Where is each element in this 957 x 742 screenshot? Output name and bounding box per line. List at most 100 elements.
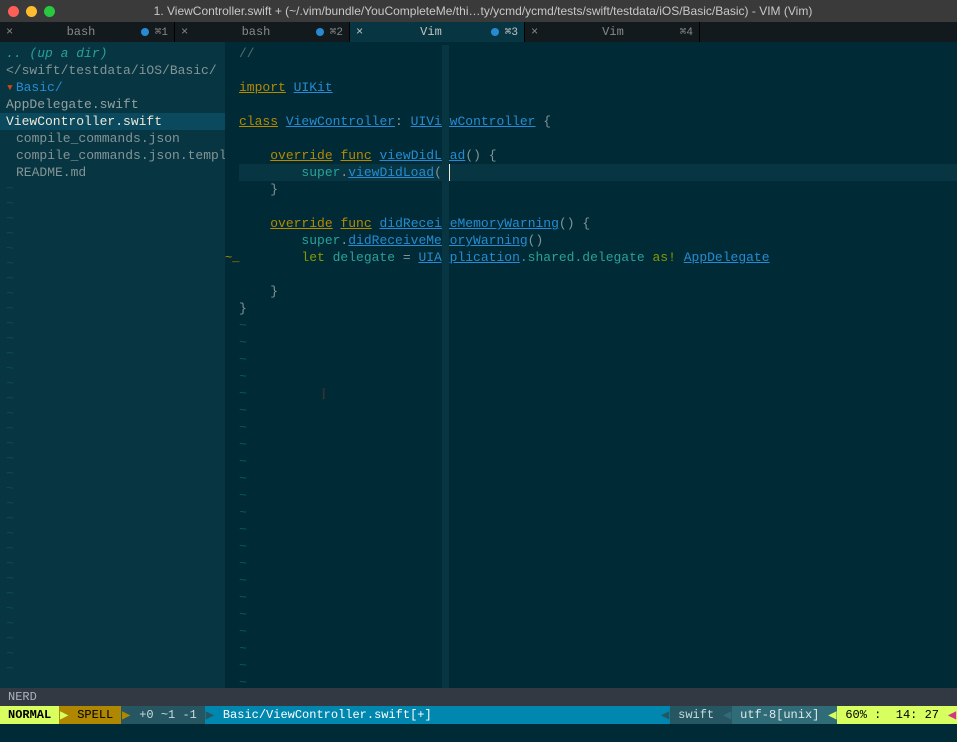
airline-statusline: NORMAL ▶ SPELL ▶ +0 ~1 -1 ▶ Basic/ViewCo… (0, 706, 957, 724)
tab-label: Vim (546, 25, 680, 39)
empty-line-tilde: ~ (239, 674, 957, 688)
code-line[interactable]: } (239, 181, 957, 198)
position-sep: : (867, 708, 896, 722)
spell-segment: SPELL (69, 706, 121, 724)
tab-label: bash (21, 25, 141, 39)
tab-close-icon[interactable]: × (531, 25, 538, 39)
code-line[interactable] (239, 266, 957, 283)
empty-line-tilde: ~ (239, 504, 957, 521)
code-line[interactable]: let delegate = UIApplication.shared.dele… (239, 249, 957, 266)
code-line[interactable]: super.viewDidLoad() (239, 164, 957, 181)
file-item[interactable]: compile_commands.json.template (0, 147, 225, 164)
empty-line-tilde: ~ (239, 555, 957, 572)
code-line[interactable]: import UIKit (239, 79, 957, 96)
tab-shortcut: ⌘2 (330, 25, 343, 39)
file-item[interactable]: ViewController.swift (0, 113, 225, 130)
empty-line-tilde: ~ (239, 538, 957, 555)
nerd-label: NERD (8, 690, 37, 704)
empty-line-tilde: ~ (239, 419, 957, 436)
empty-line-tilde: ~ (0, 211, 225, 226)
scroll-percent: 60% (845, 708, 867, 722)
empty-line-tilde: ~ (0, 556, 225, 571)
file-item[interactable]: AppDelegate.swift (0, 96, 225, 113)
empty-line-tilde: ~ (239, 487, 957, 504)
command-line[interactable] (0, 724, 957, 742)
tab-label: Vim (371, 25, 491, 39)
empty-line-tilde: ~ (239, 640, 957, 657)
code-line[interactable]: // (239, 45, 957, 62)
empty-line-tilde: ~ (239, 470, 957, 487)
filetype-segment: swift (670, 706, 722, 724)
separator-icon: ◀ (827, 706, 837, 724)
separator-icon: ◀ (660, 706, 670, 724)
empty-line-tilde: ~ (239, 402, 957, 419)
empty-line-tilde: ~ (0, 346, 225, 361)
empty-line-tilde: ~ (0, 646, 225, 661)
up-dir[interactable]: .. (up a dir) (0, 45, 225, 62)
empty-line-tilde: ~ (239, 317, 957, 334)
empty-line-tilde: ~ (0, 226, 225, 241)
code-line[interactable] (239, 130, 957, 147)
minimize-window-icon[interactable] (26, 6, 37, 17)
empty-line-tilde: ~ (239, 453, 957, 470)
path-truncated: </swift/testdata/iOS/Basic/ (0, 62, 225, 79)
separator-icon: ◀ (947, 706, 957, 724)
activity-dot-icon (316, 28, 324, 36)
empty-line-tilde: ~ (0, 451, 225, 466)
traffic-lights (8, 6, 55, 17)
separator-icon: ▶ (205, 706, 215, 724)
empty-line-tilde: ~ (0, 271, 225, 286)
code-line[interactable]: override func viewDidLoad() { (239, 147, 957, 164)
code-line[interactable]: } (239, 300, 957, 317)
nerdtree-sidebar[interactable]: .. (up a dir) </swift/testdata/iOS/Basic… (0, 42, 225, 688)
code-line[interactable] (239, 198, 957, 215)
code-area[interactable]: // import UIKit class ViewController: UIVi… (239, 45, 957, 688)
zoom-window-icon[interactable] (44, 6, 55, 17)
close-window-icon[interactable] (8, 6, 19, 17)
empty-line-tilde: ~ (239, 521, 957, 538)
titlebar: 1. ViewController.swift + (~/.vim/bundle… (0, 0, 957, 22)
tab-shortcut: ⌘4 (680, 25, 693, 39)
empty-line-tilde: ~ (239, 351, 957, 368)
terminal-tab[interactable]: × Vim⌘4 (525, 22, 700, 42)
empty-line-tilde: ~ (0, 511, 225, 526)
separator-icon: ▶ (121, 706, 131, 724)
tab-close-icon[interactable]: × (356, 25, 363, 39)
folder-basic[interactable]: ▾Basic/ (0, 79, 225, 96)
empty-line-tilde: ~ (0, 436, 225, 451)
terminal-tab[interactable]: ×bash⌘1 (0, 22, 175, 42)
editor-pane[interactable]: ~_ // import UIKit class ViewController: U… (225, 42, 957, 688)
empty-line-tilde: ~ (239, 623, 957, 640)
sign-column: ~_ (225, 45, 239, 688)
empty-line-tilde: ~ (0, 316, 225, 331)
file-item[interactable]: compile_commands.json (0, 130, 225, 147)
terminal-tab[interactable]: ×bash⌘2 (175, 22, 350, 42)
empty-line-tilde: ~ (0, 616, 225, 631)
code-line[interactable] (239, 96, 957, 113)
empty-line-tilde: ~ (0, 661, 225, 676)
code-line[interactable]: super.didReceiveMemoryWarning() (239, 232, 957, 249)
code-line[interactable] (239, 62, 957, 79)
empty-line-tilde: ~ (0, 331, 225, 346)
empty-line-tilde: ~ (0, 301, 225, 316)
empty-line-tilde: ~ (239, 606, 957, 623)
empty-line-tilde: ~ (0, 526, 225, 541)
file-item[interactable]: README.md (0, 164, 225, 181)
empty-line-tilde: ~ (0, 586, 225, 601)
code-line[interactable]: override func didReceiveMemoryWarning() … (239, 215, 957, 232)
line-col: 14: 27 (896, 708, 939, 722)
folder-expand-icon[interactable]: ▾ (6, 80, 14, 95)
tab-close-icon[interactable]: × (181, 25, 188, 39)
empty-line-tilde: ~ (239, 572, 957, 589)
code-line[interactable]: class ViewController: UIViewController { (239, 113, 957, 130)
empty-line-tilde: ~ (0, 376, 225, 391)
empty-line-tilde: ~ (0, 196, 225, 211)
tab-close-icon[interactable]: × (6, 25, 13, 39)
terminal-tab[interactable]: ×Vim⌘3 (350, 22, 525, 42)
empty-line-tilde: ~ (0, 631, 225, 646)
main-area: .. (up a dir) </swift/testdata/iOS/Basic… (0, 42, 957, 688)
empty-line-tilde: ~ (0, 541, 225, 556)
code-line[interactable]: } (239, 283, 957, 300)
empty-line-tilde: ~ (0, 241, 225, 256)
empty-line-tilde: ~ (239, 334, 957, 351)
